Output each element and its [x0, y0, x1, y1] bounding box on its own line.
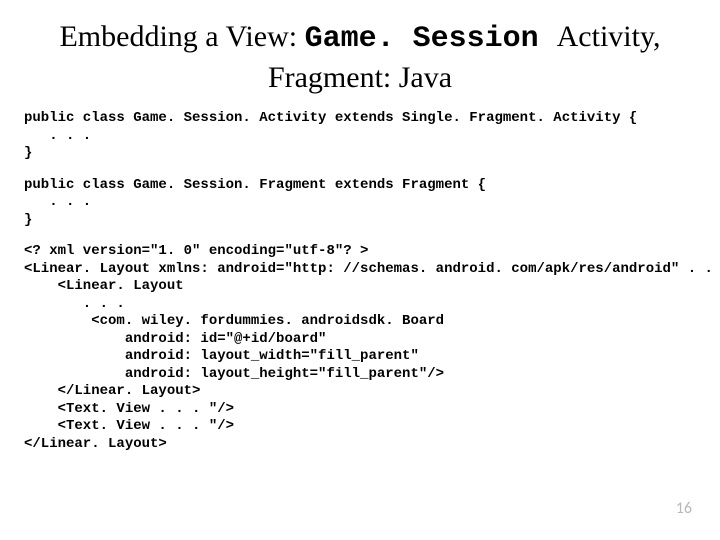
code-block-fragment: public class Game. Session. Fragment ext… [24, 177, 696, 230]
title-line2: Fragment: Java [268, 61, 452, 94]
title-part1: Embedding a View: [59, 20, 304, 53]
code-block-xml: <? xml version="1. 0" encoding="utf-8"? … [24, 243, 696, 453]
title-part2: Activity, [557, 20, 661, 53]
slide-title: Embedding a View: Game. Session Activity… [24, 18, 696, 96]
code-block-activity: public class Game. Session. Activity ext… [24, 110, 696, 163]
title-mono: Game. Session [305, 22, 557, 56]
page-number: 16 [676, 499, 692, 518]
slide: Embedding a View: Game. Session Activity… [0, 0, 720, 540]
